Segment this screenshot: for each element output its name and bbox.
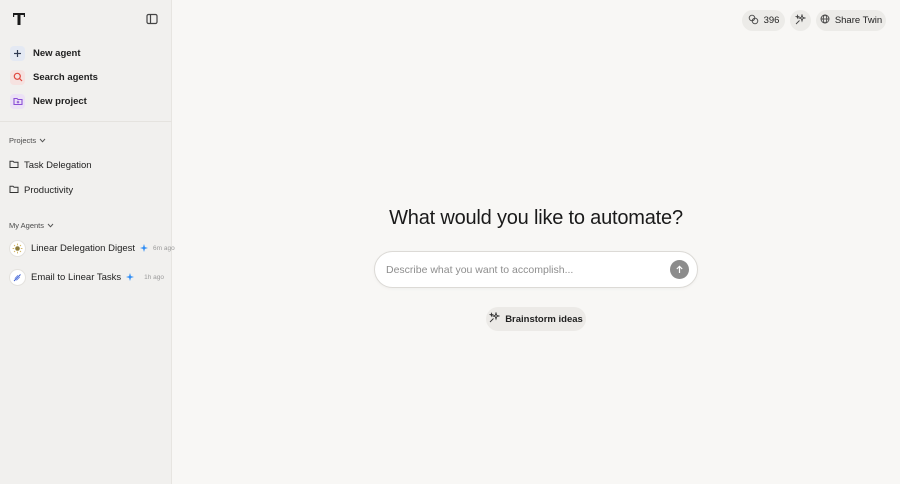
feather-avatar-icon xyxy=(9,268,26,286)
search-agents-button[interactable]: Search agents xyxy=(8,66,164,88)
project-item-task-delegation[interactable]: Task Delegation xyxy=(9,159,92,172)
twin-logo-icon[interactable] xyxy=(12,12,26,26)
my-agents-section-label: My Agents xyxy=(9,221,45,230)
new-project-label: New project xyxy=(33,95,87,107)
projects-section-label: Projects xyxy=(9,136,37,145)
sidebar: New agent Search agents New project Proj… xyxy=(0,0,175,484)
project-label: Task Delegation xyxy=(24,160,92,171)
agent-timestamp: 1h ago xyxy=(144,273,164,281)
collapse-sidebar-icon[interactable] xyxy=(145,12,159,26)
new-agent-button[interactable]: New agent xyxy=(8,42,164,64)
credits-button[interactable]: 396 xyxy=(742,10,785,31)
search-icon xyxy=(10,69,25,85)
credits-count: 396 xyxy=(763,15,780,26)
projects-section-toggle[interactable]: Projects xyxy=(9,136,46,145)
arrow-up-icon xyxy=(675,261,684,279)
folder-plus-icon xyxy=(10,93,25,109)
folder-icon xyxy=(9,184,19,197)
project-item-productivity[interactable]: Productivity xyxy=(9,184,73,197)
agent-name: Linear Delegation Digest xyxy=(31,242,136,254)
sparkles-icon xyxy=(794,12,807,28)
share-twin-button[interactable]: Share Twin xyxy=(816,10,886,31)
search-agents-label: Search agents xyxy=(33,71,98,83)
magic-sparkles-button[interactable] xyxy=(790,10,811,31)
credits-icon xyxy=(748,14,759,28)
sidebar-divider xyxy=(0,121,172,122)
chevron-down-icon xyxy=(47,221,54,230)
sparkles-icon xyxy=(489,311,501,326)
agent-timestamp: 6m ago xyxy=(153,244,175,252)
prompt-container xyxy=(374,251,698,288)
send-button[interactable] xyxy=(670,260,689,279)
agent-item-email-to-linear-tasks[interactable]: Email to Linear Tasks 1h ago xyxy=(9,268,164,286)
sun-avatar-icon xyxy=(9,239,26,257)
prompt-input[interactable] xyxy=(386,261,656,279)
project-label: Productivity xyxy=(24,185,74,196)
sparkle-icon xyxy=(126,268,135,286)
agent-item-linear-delegation-digest[interactable]: Linear Delegation Digest 6m ago xyxy=(9,239,175,257)
globe-icon xyxy=(820,14,830,27)
new-agent-label: New agent xyxy=(33,47,81,59)
my-agents-section-toggle[interactable]: My Agents xyxy=(9,221,54,230)
new-project-button[interactable]: New project xyxy=(8,90,164,112)
sparkle-icon xyxy=(140,239,149,257)
folder-icon xyxy=(9,159,19,172)
plus-icon xyxy=(10,45,25,61)
share-twin-label: Share Twin xyxy=(834,15,883,26)
brainstorm-label: Brainstorm ideas xyxy=(505,313,583,325)
page-headline: What would you like to automate? xyxy=(389,207,683,229)
brainstorm-ideas-button[interactable]: Brainstorm ideas xyxy=(486,307,586,331)
chevron-down-icon xyxy=(39,136,46,145)
agent-name: Email to Linear Tasks xyxy=(31,271,122,283)
